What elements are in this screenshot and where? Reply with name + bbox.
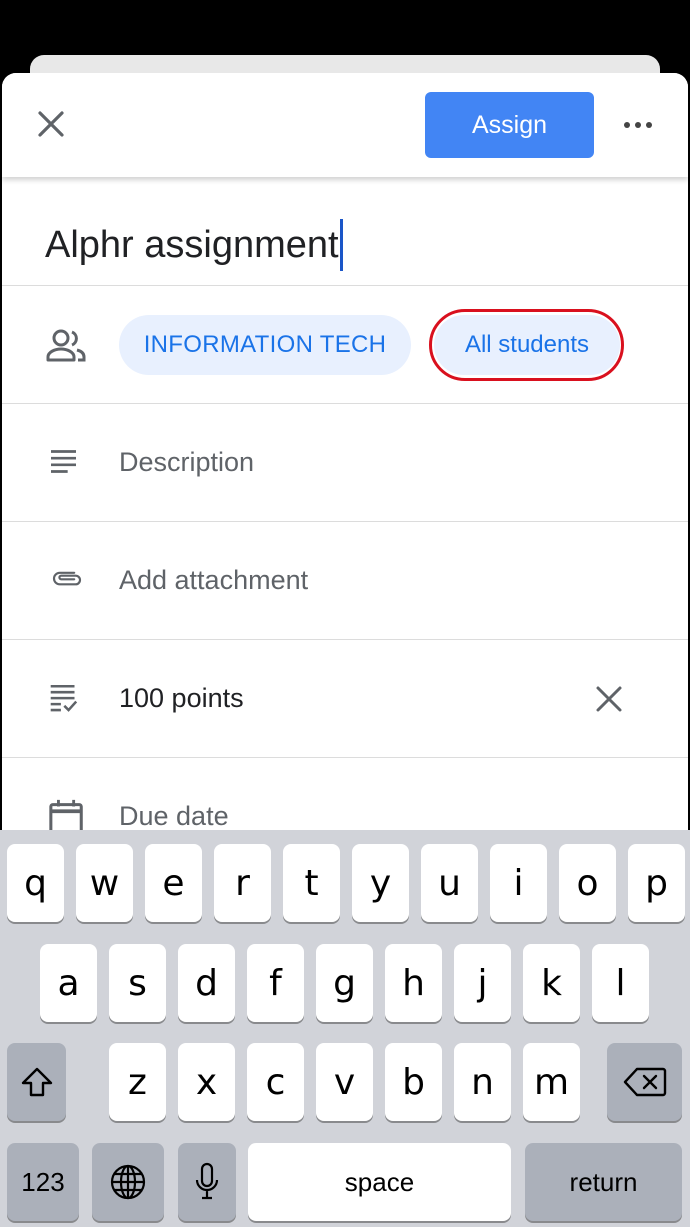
points-value[interactable]: 100 points bbox=[119, 683, 244, 714]
key-b[interactable]: b bbox=[385, 1043, 442, 1121]
attachment-icon bbox=[52, 571, 82, 586]
grading-icon bbox=[50, 684, 78, 712]
key-k[interactable]: k bbox=[523, 944, 580, 1022]
key-u[interactable]: u bbox=[421, 844, 478, 922]
space-key[interactable]: space bbox=[248, 1143, 511, 1221]
key-l[interactable]: l bbox=[592, 944, 649, 1022]
key-x[interactable]: x bbox=[178, 1043, 235, 1121]
key-n[interactable]: n bbox=[454, 1043, 511, 1121]
remove-points-button[interactable] bbox=[594, 684, 624, 714]
close-icon bbox=[38, 111, 64, 137]
close-button[interactable] bbox=[34, 107, 68, 141]
key-s[interactable]: s bbox=[109, 944, 166, 1022]
points-row[interactable]: 100 points bbox=[2, 640, 688, 758]
key-p[interactable]: p bbox=[628, 844, 685, 922]
assign-button[interactable]: Assign bbox=[425, 92, 594, 158]
key-t[interactable]: t bbox=[283, 844, 340, 922]
key-h[interactable]: h bbox=[385, 944, 442, 1022]
attachment-row[interactable]: Add attachment bbox=[2, 522, 688, 640]
title-value: Alphr assignment bbox=[45, 223, 339, 266]
microphone-icon bbox=[195, 1162, 219, 1200]
title-field-row[interactable]: Alphr assignment bbox=[2, 177, 688, 286]
numbers-key[interactable]: 123 bbox=[7, 1143, 79, 1221]
more-options-icon[interactable] bbox=[618, 113, 658, 137]
dictation-key[interactable] bbox=[178, 1143, 236, 1221]
description-field[interactable]: Description bbox=[119, 447, 254, 478]
key-g[interactable]: g bbox=[316, 944, 373, 1022]
students-chip[interactable]: All students bbox=[434, 315, 620, 375]
key-y[interactable]: y bbox=[352, 844, 409, 922]
key-c[interactable]: c bbox=[247, 1043, 304, 1121]
close-icon bbox=[596, 686, 622, 712]
text-cursor bbox=[339, 219, 343, 271]
people-icon bbox=[46, 329, 86, 362]
key-j[interactable]: j bbox=[454, 944, 511, 1022]
key-d[interactable]: d bbox=[178, 944, 235, 1022]
key-q[interactable]: q bbox=[7, 844, 64, 922]
key-a[interactable]: a bbox=[40, 944, 97, 1022]
key-m[interactable]: m bbox=[523, 1043, 580, 1121]
backspace-key[interactable] bbox=[607, 1043, 682, 1121]
globe-icon bbox=[110, 1164, 146, 1200]
description-icon bbox=[50, 450, 76, 473]
description-row[interactable]: Description bbox=[2, 404, 688, 522]
shift-icon bbox=[21, 1067, 52, 1097]
class-chip[interactable]: INFORMATION TECH bbox=[119, 315, 411, 375]
return-key[interactable]: return bbox=[525, 1143, 682, 1221]
add-attachment-label[interactable]: Add attachment bbox=[119, 565, 308, 596]
title-field[interactable]: Alphr assignment bbox=[45, 219, 343, 271]
key-r[interactable]: r bbox=[214, 844, 271, 922]
key-z[interactable]: z bbox=[109, 1043, 166, 1121]
on-screen-keyboard: qwertyuiop asdfghjkl zxcvbnm 123 space r… bbox=[0, 830, 690, 1227]
due-date-label[interactable]: Due date bbox=[119, 801, 229, 832]
key-w[interactable]: w bbox=[76, 844, 133, 922]
key-f[interactable]: f bbox=[247, 944, 304, 1022]
globe-key[interactable] bbox=[92, 1143, 164, 1221]
backspace-icon bbox=[623, 1067, 666, 1097]
key-e[interactable]: e bbox=[145, 844, 202, 922]
shift-key[interactable] bbox=[7, 1043, 66, 1121]
key-i[interactable]: i bbox=[490, 844, 547, 922]
top-bar: Assign bbox=[2, 73, 688, 177]
key-o[interactable]: o bbox=[559, 844, 616, 922]
key-v[interactable]: v bbox=[316, 1043, 373, 1121]
